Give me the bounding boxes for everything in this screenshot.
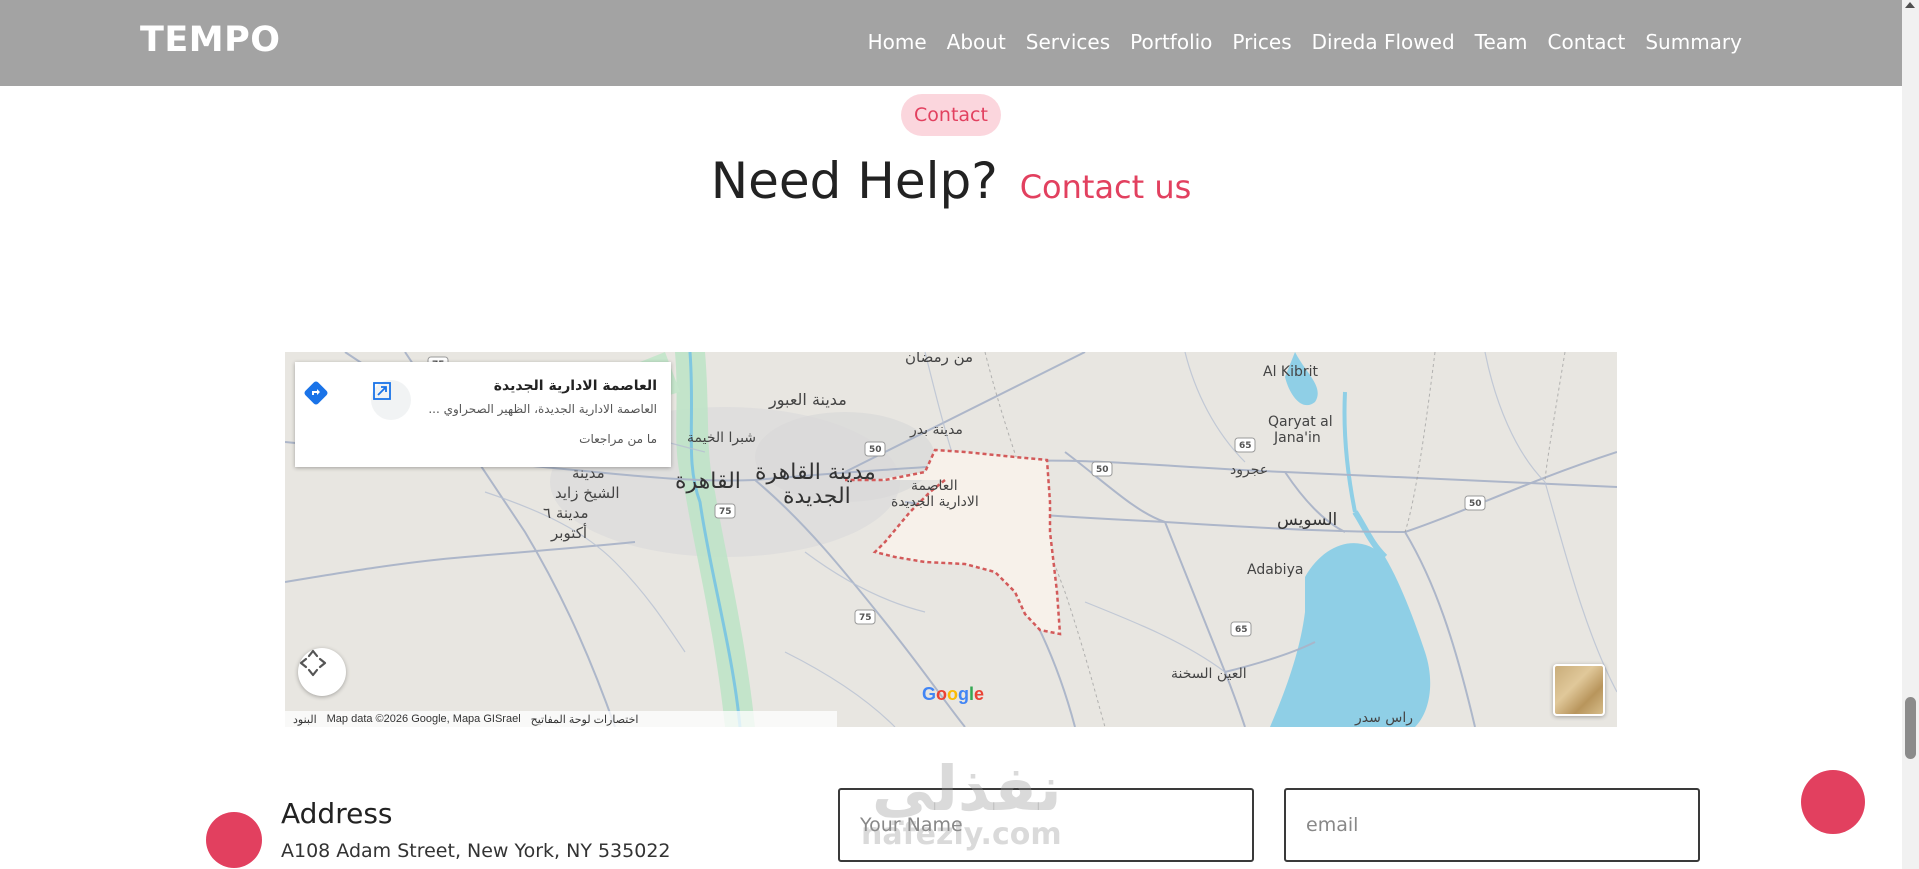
map-label: مدينة بدر [910, 422, 963, 438]
map-terms-link[interactable]: البنود [293, 713, 317, 726]
nav-direda-flowed[interactable]: Direda Flowed [1302, 30, 1465, 54]
map-label: العاصمة [911, 478, 958, 494]
svg-text:50: 50 [869, 445, 882, 455]
name-input[interactable] [838, 788, 1254, 862]
brand-logo[interactable]: TEMPO [140, 20, 281, 60]
google-logo: Google [922, 684, 985, 704]
nav-services[interactable]: Services [1016, 30, 1120, 54]
directions-button[interactable] [303, 380, 341, 418]
map-label: مدينة العبور [769, 390, 847, 409]
place-title: العاصمة الادارية الجديدة [493, 378, 657, 394]
place-info-card: العاصمة الادارية الجديدة العاصمة الاداري… [295, 362, 671, 467]
map-label: العين السخنة [1171, 666, 1247, 682]
map-data-credit: Map data ©2026 Google, Mapa GISrael [326, 713, 521, 725]
map-label: الشيخ زايد [555, 484, 620, 502]
nav-prices[interactable]: Prices [1222, 30, 1301, 54]
map-label: مدينة ٦ [543, 504, 589, 522]
nav-portfolio[interactable]: Portfolio [1120, 30, 1222, 54]
floating-action-button[interactable] [1801, 770, 1865, 834]
svg-text:65: 65 [1239, 441, 1252, 451]
page: TEMPO Home About Services Portfolio Pric… [0, 0, 1919, 869]
map-label: راس سدر [1355, 710, 1414, 726]
map-label: عجرود [1230, 462, 1269, 478]
svg-text:50: 50 [1469, 499, 1482, 509]
map-label: من رمضان [905, 352, 974, 366]
email-input[interactable] [1284, 788, 1700, 862]
map-label: أكتوبر [551, 524, 588, 542]
pan-arrows-icon [299, 649, 327, 677]
scroll-up-arrow-icon[interactable] [1905, 2, 1915, 8]
address-icon [206, 812, 262, 868]
svg-text:50: 50 [1096, 465, 1109, 475]
navbar: TEMPO Home About Services Portfolio Pric… [0, 0, 1902, 86]
satellite-view-toggle[interactable] [1553, 664, 1605, 716]
map-label: Adabiya [1247, 562, 1304, 578]
map-label: شبرا الخيمة [687, 430, 757, 446]
svg-text:75: 75 [859, 613, 872, 623]
page-scrollbar[interactable] [1902, 0, 1919, 869]
view-larger-map-button[interactable] [371, 380, 411, 420]
map-label: القاهرة [675, 469, 741, 494]
map-label: الجديدة [783, 484, 851, 509]
address-heading: Address [281, 797, 393, 830]
map-label: Al Kibrit [1263, 364, 1319, 380]
map-pan-control[interactable] [298, 648, 346, 696]
scrollbar-thumb[interactable] [1905, 697, 1916, 759]
nav-summary[interactable]: Summary [1635, 30, 1752, 54]
nav-contact[interactable]: Contact [1538, 30, 1636, 54]
map-label: السويس [1277, 510, 1338, 530]
section-title-accent: Contact us [1019, 168, 1192, 206]
svg-text:65: 65 [1235, 625, 1248, 635]
map-label: مدينة القاهرة [755, 460, 876, 485]
map-shortcuts-link[interactable]: اختصارات لوحة المفاتيح [531, 713, 639, 726]
nav-about[interactable]: About [937, 30, 1016, 54]
map-label: الادارية الجديدة [891, 494, 979, 510]
nav-team[interactable]: Team [1465, 30, 1538, 54]
section-title: Need Help? Contact us [0, 152, 1902, 210]
main-nav: Home About Services Portfolio Prices Dir… [858, 30, 1752, 54]
address-text: A108 Adam Street, New York, NY 535022 [281, 840, 671, 862]
map-label: Qaryat al [1268, 414, 1333, 430]
directions-icon [304, 381, 328, 405]
nav-home[interactable]: Home [858, 30, 937, 54]
map-attribution: البنود Map data ©2026 Google, Mapa GISra… [285, 711, 837, 727]
place-address: العاصمة الادارية الجديدة، الظهير الصحراو… [428, 402, 657, 416]
contact-badge: Contact [901, 94, 1001, 136]
map-label: Jana'in [1274, 430, 1321, 446]
svg-text:75: 75 [719, 507, 732, 517]
place-reviews-link[interactable]: ما من مراجعات [579, 432, 657, 446]
expand-icon [373, 382, 391, 400]
google-map[interactable]: 75 50 50 65 50 75 75 65 من رمضان مدينة ا… [285, 352, 1617, 727]
section-title-main: Need Help? [710, 152, 998, 210]
